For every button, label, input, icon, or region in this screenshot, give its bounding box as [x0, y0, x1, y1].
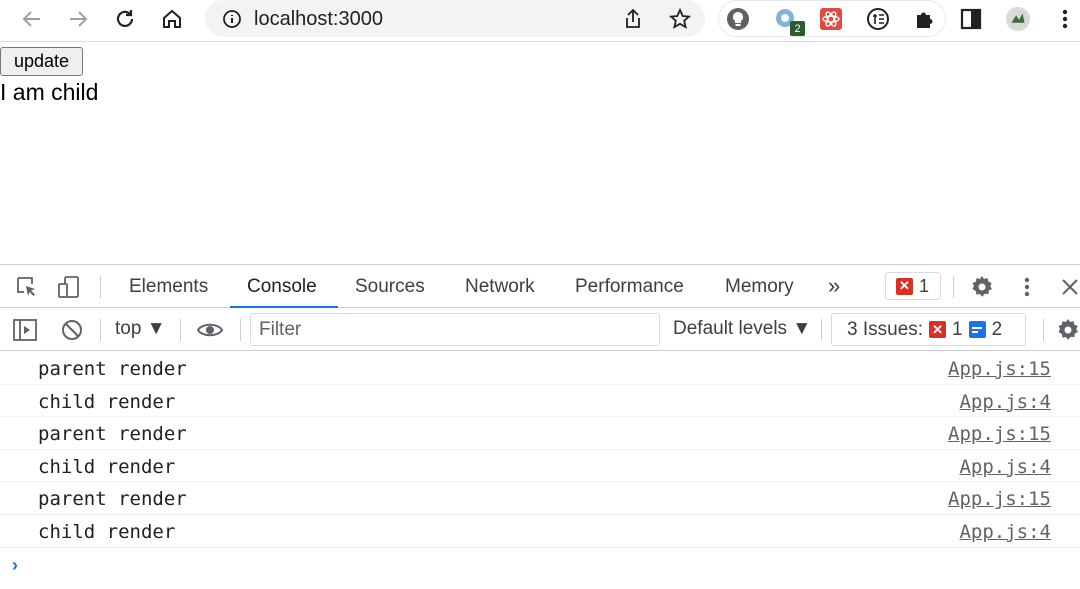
tab-performance[interactable]: Performance [575, 276, 684, 298]
log-source-link[interactable]: App.js:15 [948, 488, 1051, 510]
log-levels-dropdown[interactable]: Default levels ▼ [673, 318, 811, 340]
log-message: parent render [38, 358, 187, 380]
log-row: child render App.js:4 [0, 385, 1080, 418]
live-expression-eye-icon[interactable] [195, 317, 225, 343]
info-icon[interactable] [219, 6, 245, 32]
filter-input[interactable] [250, 313, 660, 346]
issues-error-count: 1 [952, 318, 963, 340]
toolbar-divider [100, 276, 101, 298]
issues-button[interactable]: 3 Issues: ✕ 1 2 [831, 313, 1026, 346]
devtools-panel: Elements Console Sources Network Perform… [0, 264, 1080, 589]
issues-info-icon [968, 321, 986, 338]
tab-sources[interactable]: Sources [355, 276, 425, 298]
log-source-link[interactable]: App.js:4 [959, 391, 1051, 413]
inspect-element-icon[interactable] [14, 274, 40, 300]
console-prompt-icon[interactable]: › [12, 555, 18, 576]
log-message: child render [38, 455, 176, 478]
tab-elements[interactable]: Elements [129, 276, 208, 298]
tab-memory[interactable]: Memory [725, 276, 794, 298]
toolbar-divider [100, 319, 101, 341]
issues-info-count: 2 [991, 318, 1003, 340]
address-bar[interactable]: localhost:3000 [205, 0, 705, 37]
log-message: parent render [38, 488, 187, 511]
toolbar-divider [1043, 319, 1044, 341]
log-source-link[interactable]: App.js:15 [948, 358, 1051, 380]
tab-console[interactable]: Console [247, 276, 317, 298]
active-tab-indicator [230, 306, 338, 308]
home-icon[interactable] [157, 4, 187, 34]
react-devtools-extension-icon[interactable] [818, 6, 844, 32]
log-message: child render [38, 520, 176, 543]
back-icon[interactable] [17, 4, 47, 34]
forward-icon[interactable] [63, 4, 93, 34]
devtools-menu-icon[interactable] [1016, 274, 1038, 300]
clear-console-icon[interactable] [59, 317, 85, 343]
log-row: parent render App.js:15 [0, 352, 1080, 385]
context-selector[interactable]: top ▼ [115, 318, 166, 340]
share-icon[interactable] [620, 6, 646, 32]
extensions-puzzle-icon[interactable] [912, 6, 938, 32]
console-log: parent render App.js:15 child render App… [0, 352, 1080, 548]
error-icon: ✕ [896, 277, 913, 295]
verify-extension-icon[interactable] [865, 6, 891, 32]
side-panel-icon[interactable] [958, 6, 984, 32]
device-toggle-icon[interactable] [56, 274, 82, 300]
log-source-link[interactable]: App.js:4 [959, 521, 1051, 543]
log-row: parent render App.js:15 [0, 417, 1080, 450]
console-toolbar: top ▼ Default levels ▼ 3 Issues: ✕ 1 2 [0, 309, 1080, 351]
extension-badge: 2 [790, 21, 805, 36]
more-tabs-icon[interactable]: » [828, 273, 840, 299]
bookmark-star-icon[interactable] [667, 6, 693, 32]
sidebar-toggle-icon[interactable] [12, 317, 38, 343]
log-row: child render App.js:4 [0, 515, 1080, 548]
issues-error-icon: ✕ [929, 321, 947, 338]
update-button[interactable]: update [0, 47, 83, 76]
toolbar-divider [953, 276, 954, 298]
log-source-link[interactable]: App.js:4 [959, 456, 1051, 478]
log-row: child render App.js:4 [0, 450, 1080, 483]
browser-toolbar: localhost:3000 2 [0, 0, 1080, 42]
settings-gear-icon[interactable] [969, 274, 995, 300]
url-text[interactable]: localhost:3000 [254, 8, 383, 31]
log-source-link[interactable]: App.js:15 [948, 423, 1051, 445]
tab-network[interactable]: Network [465, 276, 535, 298]
toolbar-divider [180, 319, 181, 341]
log-message: child render [38, 390, 176, 413]
log-message: parent render [38, 423, 187, 446]
close-devtools-icon[interactable] [1058, 274, 1080, 300]
error-count: 1 [919, 275, 930, 296]
toolbar-divider [240, 319, 241, 341]
console-settings-gear-icon[interactable] [1056, 317, 1080, 343]
issues-label: 3 Issues: [847, 318, 924, 340]
browser-menu-icon[interactable] [1052, 6, 1078, 32]
toolbar-divider [821, 319, 822, 341]
reload-icon[interactable] [110, 4, 140, 34]
profile-avatar[interactable] [1005, 6, 1031, 32]
log-row: parent render App.js:15 [0, 482, 1080, 515]
devtools-tabbar: Elements Console Sources Network Perform… [0, 265, 1080, 308]
error-counter[interactable]: ✕ 1 [885, 272, 941, 300]
child-text: I am child [0, 79, 99, 105]
lightbulb-extension-icon[interactable] [725, 6, 751, 32]
